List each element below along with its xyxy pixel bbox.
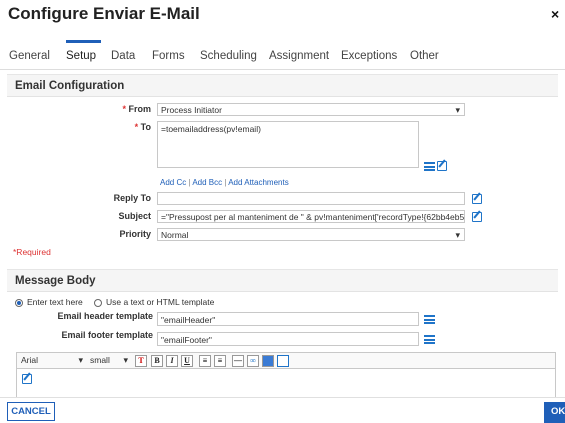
required-note: *Required [13,247,51,257]
radio-template[interactable] [94,299,102,307]
image-icon[interactable] [262,355,274,367]
unordered-list-icon[interactable]: ≡ [214,355,226,367]
subject-label: Subject [118,211,151,221]
required-marker: * [134,122,139,132]
tab-exceptions[interactable]: Exceptions [341,50,397,62]
font-size-value: small [90,355,110,365]
dialog-title: Configure Enviar E-Mail [8,4,200,23]
tab-assignment[interactable]: Assignment [269,50,329,62]
tab-other[interactable]: Other [410,50,439,62]
font-family-value: Arial [21,355,39,365]
ordered-list-icon[interactable]: ≡ [199,355,211,367]
priority-value: Normal [161,230,189,240]
priority-select[interactable]: Normal ▾ [157,228,465,241]
horizontal-rule-icon[interactable]: — [232,355,244,367]
message-body-section: Message Body Enter text here Use a text … [7,269,558,398]
add-bcc-link[interactable]: Add Bcc [192,178,222,187]
tab-forms[interactable]: Forms [152,50,185,62]
list-icon[interactable] [424,335,435,344]
tab-data[interactable]: Data [111,50,135,62]
priority-label: Priority [119,229,151,239]
chevron-down-icon: ▾ [455,105,460,115]
text-color-icon[interactable]: T [135,355,147,367]
font-family-select[interactable]: Arial ▾ [19,354,85,368]
radio-enter-text-label: Enter text here [27,297,83,307]
recipient-links: Add Cc | Add Bcc | Add Attachments [160,178,289,187]
cancel-button[interactable]: CANCEL [7,402,55,421]
edit-icon[interactable] [437,161,447,171]
header-template-input[interactable]: "emailHeader" [157,312,419,326]
required-marker: * [122,104,126,114]
radio-template-label: Use a text or HTML template [106,297,215,307]
edit-icon[interactable] [472,212,482,222]
from-label-text: From [128,104,152,114]
close-icon[interactable]: × [551,6,559,22]
message-editor[interactable] [16,369,556,398]
message-body-heading: Message Body [7,270,558,292]
chevron-down-icon: ▾ [78,355,83,365]
add-attachments-link[interactable]: Add Attachments [228,178,288,187]
footer-template-input[interactable]: "emailFooter" [157,332,419,346]
chevron-down-icon: ▾ [123,355,128,365]
from-select[interactable]: Process Initiator ▾ [157,103,465,116]
tab-setup[interactable]: Setup [66,50,96,62]
italic-icon[interactable]: I [166,355,178,367]
email-configuration-body: * From Process Initiator ▾ * To =toemail… [7,97,558,262]
add-cc-link[interactable]: Add Cc [160,178,186,187]
to-value: =toemailaddress(pv!email) [161,124,261,134]
underline-icon[interactable]: U [181,355,193,367]
header-template-label: Email header template [57,311,153,321]
bold-icon[interactable]: B [151,355,163,367]
footer-template-label: Email footer template [61,330,153,340]
active-tab-indicator [66,40,101,43]
link-icon[interactable]: ∞ [247,355,259,367]
to-label: * To [135,122,151,132]
edit-icon[interactable] [277,355,289,367]
editor-toolbar: Arial ▾ small ▾ T B I U ≡ ≡ — ∞ [16,352,556,369]
to-textarea[interactable]: =toemailaddress(pv!email) [157,121,419,168]
to-label-text: To [140,122,151,132]
edit-icon[interactable] [472,194,482,204]
list-icon[interactable] [424,162,435,171]
link-separator: | [188,178,191,187]
edit-icon[interactable] [22,374,32,384]
from-value: Process Initiator [161,105,222,115]
link-separator: | [224,178,227,187]
tab-scheduling[interactable]: Scheduling [200,50,257,62]
subject-input[interactable]: ="Pressupost per al manteniment de " & p… [157,210,465,223]
list-icon[interactable] [424,315,435,324]
chevron-down-icon: ▾ [455,230,460,240]
email-configuration-section: Email Configuration * From Process Initi… [7,74,558,262]
tab-general[interactable]: General [9,50,50,62]
font-size-select[interactable]: small ▾ [88,354,130,368]
reply-to-input[interactable] [157,192,465,205]
reply-to-label: Reply To [113,193,151,203]
email-configuration-heading: Email Configuration [7,75,558,97]
radio-enter-text[interactable] [15,299,23,307]
from-label: * From [122,104,151,114]
ok-button[interactable]: OK [544,402,565,423]
footer-divider [0,397,565,398]
